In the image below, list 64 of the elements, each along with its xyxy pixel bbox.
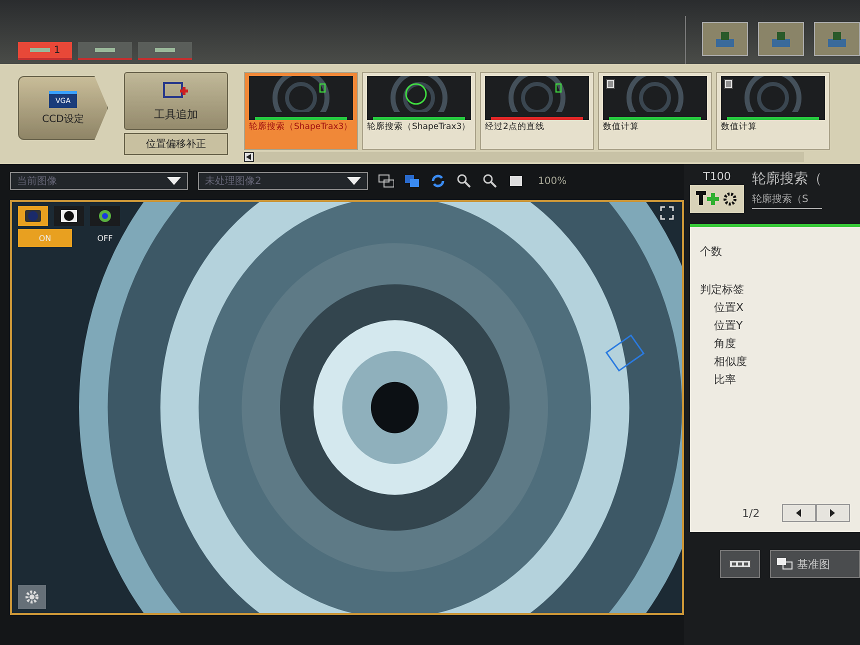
- result-label: 角度: [713, 337, 737, 351]
- image-icon: [777, 558, 793, 570]
- button-label: CCD设定: [42, 112, 84, 126]
- refresh-icon[interactable]: [430, 173, 446, 189]
- page-indicator: 1/2: [742, 506, 760, 520]
- tool-label: 轮廓搜索（ShapeTrax3）: [249, 122, 353, 133]
- result-label: 比率: [713, 373, 737, 387]
- more-icon: [729, 560, 751, 568]
- right-arrow-icon: [830, 509, 836, 517]
- windows-icon[interactable]: [378, 173, 394, 189]
- tool-label: 经过2点的直线: [485, 122, 546, 133]
- button-label: 工具追加: [154, 106, 198, 122]
- tool-icon: [770, 29, 792, 49]
- offset-correction-button[interactable]: 位置偏移补正: [124, 133, 228, 155]
- result-label: 判定标签: [700, 283, 745, 297]
- copy-icon[interactable]: [404, 173, 420, 189]
- left-arrow-icon: [796, 509, 802, 517]
- zoom-level: 100%: [538, 176, 567, 186]
- toolbar-button[interactable]: [702, 22, 748, 56]
- calculator-icon: [606, 79, 615, 89]
- tool-label: 轮廓搜索（ShapeTrax3）: [367, 122, 471, 133]
- dropdown-caret-icon: [347, 177, 361, 185]
- display-mode-button[interactable]: [54, 206, 84, 226]
- result-label: 个数: [700, 245, 723, 259]
- panel-subtitle: 轮廓搜索（S: [752, 192, 822, 209]
- display-mode-button[interactable]: [90, 206, 120, 226]
- panel-title: 轮廓搜索（: [752, 170, 822, 188]
- left-arrow-icon: [246, 154, 252, 160]
- display-mode-icon: [60, 208, 78, 224]
- tool-card[interactable]: 数值计算: [716, 72, 830, 150]
- next-page-button[interactable]: [816, 504, 850, 522]
- tool-card[interactable]: 经过2点的直线: [480, 72, 594, 150]
- previous-page-button[interactable]: [782, 504, 816, 522]
- tool-icon: [826, 29, 848, 49]
- result-label: 位置X: [713, 301, 745, 315]
- settings-icon: [24, 589, 40, 605]
- reference-image-button[interactable]: 基准图: [770, 550, 860, 578]
- calculator-icon: [724, 79, 733, 89]
- result-label: 相似度: [713, 355, 748, 369]
- tab[interactable]: [78, 42, 132, 60]
- zoom-out-icon[interactable]: [482, 173, 498, 189]
- add-tool-button[interactable]: 工具追加: [124, 72, 228, 130]
- scroll-left-button[interactable]: [244, 152, 254, 162]
- tool-id: T100: [703, 170, 731, 183]
- more-button[interactable]: [720, 550, 760, 578]
- tool-card[interactable]: 轮廓搜索（ShapeTrax3）: [362, 72, 476, 150]
- display-mode-icon: [24, 208, 42, 224]
- expand-icon[interactable]: [660, 206, 674, 220]
- tool-icon: [714, 29, 736, 49]
- zoom-in-icon[interactable]: [456, 173, 472, 189]
- result-label: 位置Y: [713, 319, 744, 333]
- tool-card[interactable]: 数值计算: [598, 72, 712, 150]
- tab[interactable]: 1: [18, 42, 72, 60]
- display-mode-icon: [96, 208, 114, 224]
- toolbar-button[interactable]: [814, 22, 860, 56]
- settings-button[interactable]: [18, 585, 46, 609]
- tool-label: 数值计算: [721, 122, 758, 133]
- overlay-toggle[interactable]: OFF: [78, 229, 132, 247]
- tool-label: 数值计算: [603, 122, 640, 133]
- tab[interactable]: [138, 42, 192, 60]
- display-mode-button[interactable]: [18, 206, 48, 226]
- fit-screen-icon[interactable]: [508, 173, 524, 189]
- dropdown-caret-icon: [167, 177, 181, 185]
- toolbar-button[interactable]: [758, 22, 804, 56]
